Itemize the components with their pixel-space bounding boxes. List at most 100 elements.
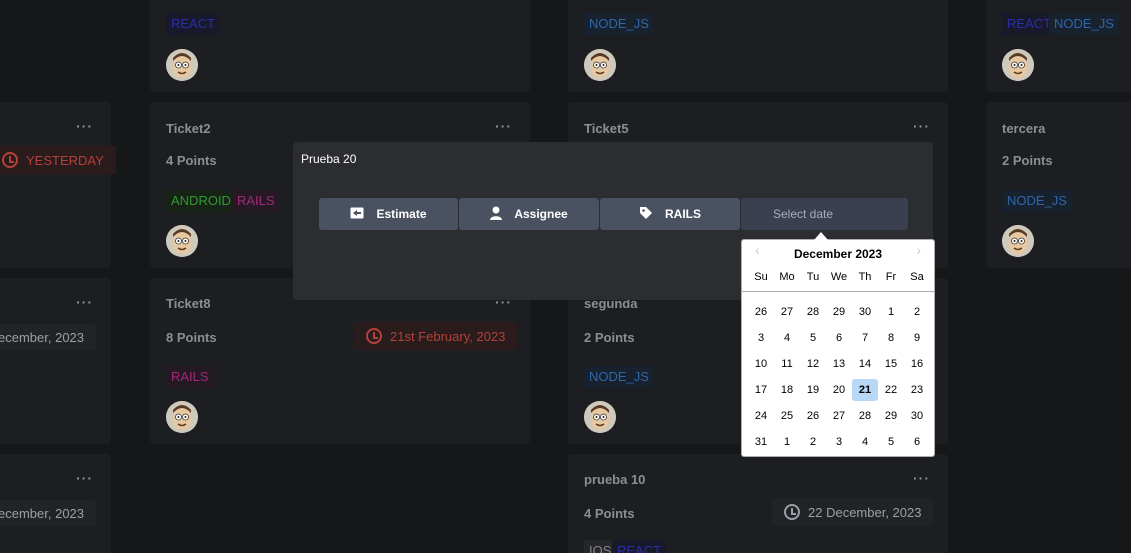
day-cell[interactable]: 27 [826,405,852,427]
label-button[interactable]: RAILS [600,198,740,230]
day-cell[interactable]: 13 [826,353,852,375]
estimate-label: Estimate [376,207,427,221]
day-cell[interactable]: 6 [904,431,930,453]
weekday-label: Fr [885,271,897,283]
day-cell[interactable]: 24 [748,405,774,427]
more-menu-icon[interactable]: ··· [495,118,512,134]
day-cell[interactable]: 3 [826,431,852,453]
day-cell[interactable]: 5 [878,431,904,453]
day-cell[interactable]: 25 [774,405,800,427]
weekday-label: Su [754,271,768,283]
day-cell[interactable]: 29 [878,405,904,427]
day-cell[interactable]: 1 [878,301,904,323]
day-cell[interactable]: 29 [826,301,852,323]
day-cell[interactable]: 11 [774,353,800,375]
day-cell[interactable]: 26 [800,405,826,427]
week-row: 31 1 2 3 4 5 6 [748,429,930,455]
ticket-card-left-2[interactable]: ··· ecember, 2023 [0,278,111,444]
ticket-points: 4 Points [584,506,635,521]
arrow-left-box-icon [350,207,364,222]
datepicker-header: ‹ December 2023 › Su Mo Tu We Th Fr Sa [742,240,934,292]
day-cell[interactable]: 17 [748,379,774,401]
ticket-title: prueba 10 [584,472,646,487]
day-cell[interactable]: 28 [852,405,878,427]
avatar [1002,225,1034,257]
day-cell[interactable]: 2 [904,301,930,323]
day-cell[interactable]: 19 [800,379,826,401]
next-month-button[interactable]: › [916,242,921,258]
due-date-badge: ecember, 2023 [0,324,97,351]
due-date-text: ecember, 2023 [0,330,85,345]
ticket-card-ticket8[interactable]: Ticket8 ··· 8 Points 21st February, 2023… [150,278,530,444]
tag-rails: RAILS [232,190,280,212]
assignee-button[interactable]: Assignee [459,198,599,230]
tag-android: ANDROID [166,190,236,212]
tag-react: REACT [166,13,221,35]
day-grid: 26 27 28 29 30 1 2 3 4 5 6 7 8 9 10 11 12 13 14 15 16 17 18 19 2… [748,299,930,455]
due-date-text: 22 December, 2023 [808,504,922,520]
datepicker: ‹ December 2023 › Su Mo Tu We Th Fr Sa 2… [741,232,935,457]
more-menu-icon[interactable]: ··· [913,118,930,134]
day-cell[interactable]: 23 [904,379,930,401]
day-cell[interactable]: 1 [774,431,800,453]
week-row: 26 27 28 29 30 1 2 [748,299,930,325]
day-cell[interactable]: 26 [748,301,774,323]
day-cell[interactable]: 14 [852,353,878,375]
weekday-label: Th [858,271,872,283]
ticket-card-right-top[interactable]: REACT NODE_JS [986,0,1131,92]
week-row: 3456789 [748,325,930,351]
day-cell[interactable]: 18 [774,379,800,401]
tag-react: REACT [612,540,667,553]
day-cell[interactable]: 4 [774,327,800,349]
ticket-title: Ticket8 [166,296,211,311]
ticket-card-node[interactable]: NODE_JS [568,0,948,92]
modal-title: Prueba 20 [301,152,357,166]
day-cell[interactable]: 5 [800,327,826,349]
tag-node-js: NODE_JS [1002,190,1072,212]
day-cell[interactable]: 30 [852,301,878,323]
day-cell[interactable]: 7 [852,327,878,349]
due-date-text: ecember, 2023 [0,506,85,521]
ticket-card-tercera[interactable]: tercera 2 Points NODE_JS [986,102,1131,268]
day-cell[interactable]: 31 [748,431,774,453]
due-date-badge: YESTERDAY [0,146,116,174]
day-cell[interactable]: 16 [904,353,930,375]
ticket-card-left-3[interactable]: ··· ecember, 2023 [0,454,111,553]
day-cell[interactable]: 15 [878,353,904,375]
weekday-label: Tu [806,271,820,283]
day-cell[interactable]: 21 [852,379,878,401]
day-cell[interactable]: 2 [800,431,826,453]
estimate-button[interactable]: Estimate [319,198,458,230]
avatar [584,49,616,81]
day-cell[interactable]: 3 [748,327,774,349]
day-cell[interactable]: 10 [748,353,774,375]
day-cell[interactable]: 30 [904,405,930,427]
day-cell[interactable]: 12 [800,353,826,375]
more-menu-icon[interactable]: ··· [76,294,93,310]
day-cell[interactable]: 22 [878,379,904,401]
more-menu-icon[interactable]: ··· [76,470,93,486]
ticket-points: 2 Points [1002,153,1053,168]
tag-icon [639,206,653,223]
ticket-title: Ticket5 [584,121,629,136]
weekday-label: We [830,271,848,283]
day-cell[interactable]: 20 [826,379,852,401]
more-menu-icon[interactable]: ··· [76,118,93,134]
day-cell[interactable]: 4 [852,431,878,453]
tag-react: REACT [1002,13,1057,35]
assignee-label: Assignee [514,207,568,221]
ticket-card-left-1[interactable]: ··· YESTERDAY [0,102,116,268]
day-cell[interactable]: 28 [800,301,826,323]
avatar [166,225,198,257]
ticket-card-prueba10[interactable]: prueba 10 ··· 4 Points 22 December, 2023… [568,454,948,553]
more-menu-icon[interactable]: ··· [913,470,930,486]
day-cell[interactable]: 8 [878,327,904,349]
day-cell[interactable]: 9 [904,327,930,349]
date-input[interactable]: Select date [741,198,908,230]
week-row: 24 25 26 27 28 29 30 [748,403,930,429]
day-cell[interactable]: 27 [774,301,800,323]
ticket-card-react[interactable]: REACT [150,0,530,92]
label-text: RAILS [665,207,701,221]
day-cell[interactable]: 6 [826,327,852,349]
tag-node-js: NODE_JS [1049,13,1119,35]
